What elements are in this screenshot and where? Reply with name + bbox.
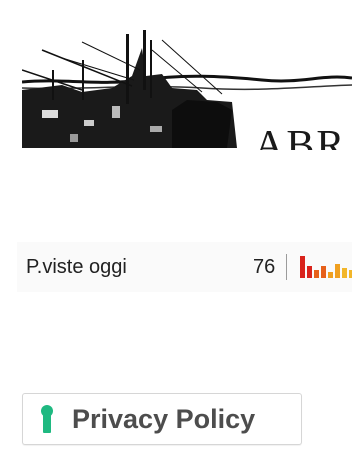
page-views-sparkline [300, 256, 352, 278]
spark-bar [321, 266, 326, 278]
page-views-counter: P.viste oggi 76 [17, 242, 352, 292]
privacy-policy-button[interactable]: Privacy Policy [22, 393, 302, 445]
stats-divider [286, 254, 287, 280]
spark-bar [300, 256, 305, 278]
header-banner[interactable]: ABR [22, 30, 352, 150]
privacy-policy-label: Privacy Policy [72, 403, 256, 434]
spark-bar [335, 264, 340, 278]
banner-title: ABR [254, 123, 347, 150]
spark-bar [307, 266, 312, 278]
page-views-value: 76 [253, 256, 276, 278]
page-views-label: P.viste oggi [26, 256, 127, 278]
spark-bar [314, 270, 319, 278]
spark-bar [328, 272, 333, 278]
keyhole-icon [41, 405, 53, 433]
spark-bar [342, 268, 347, 278]
